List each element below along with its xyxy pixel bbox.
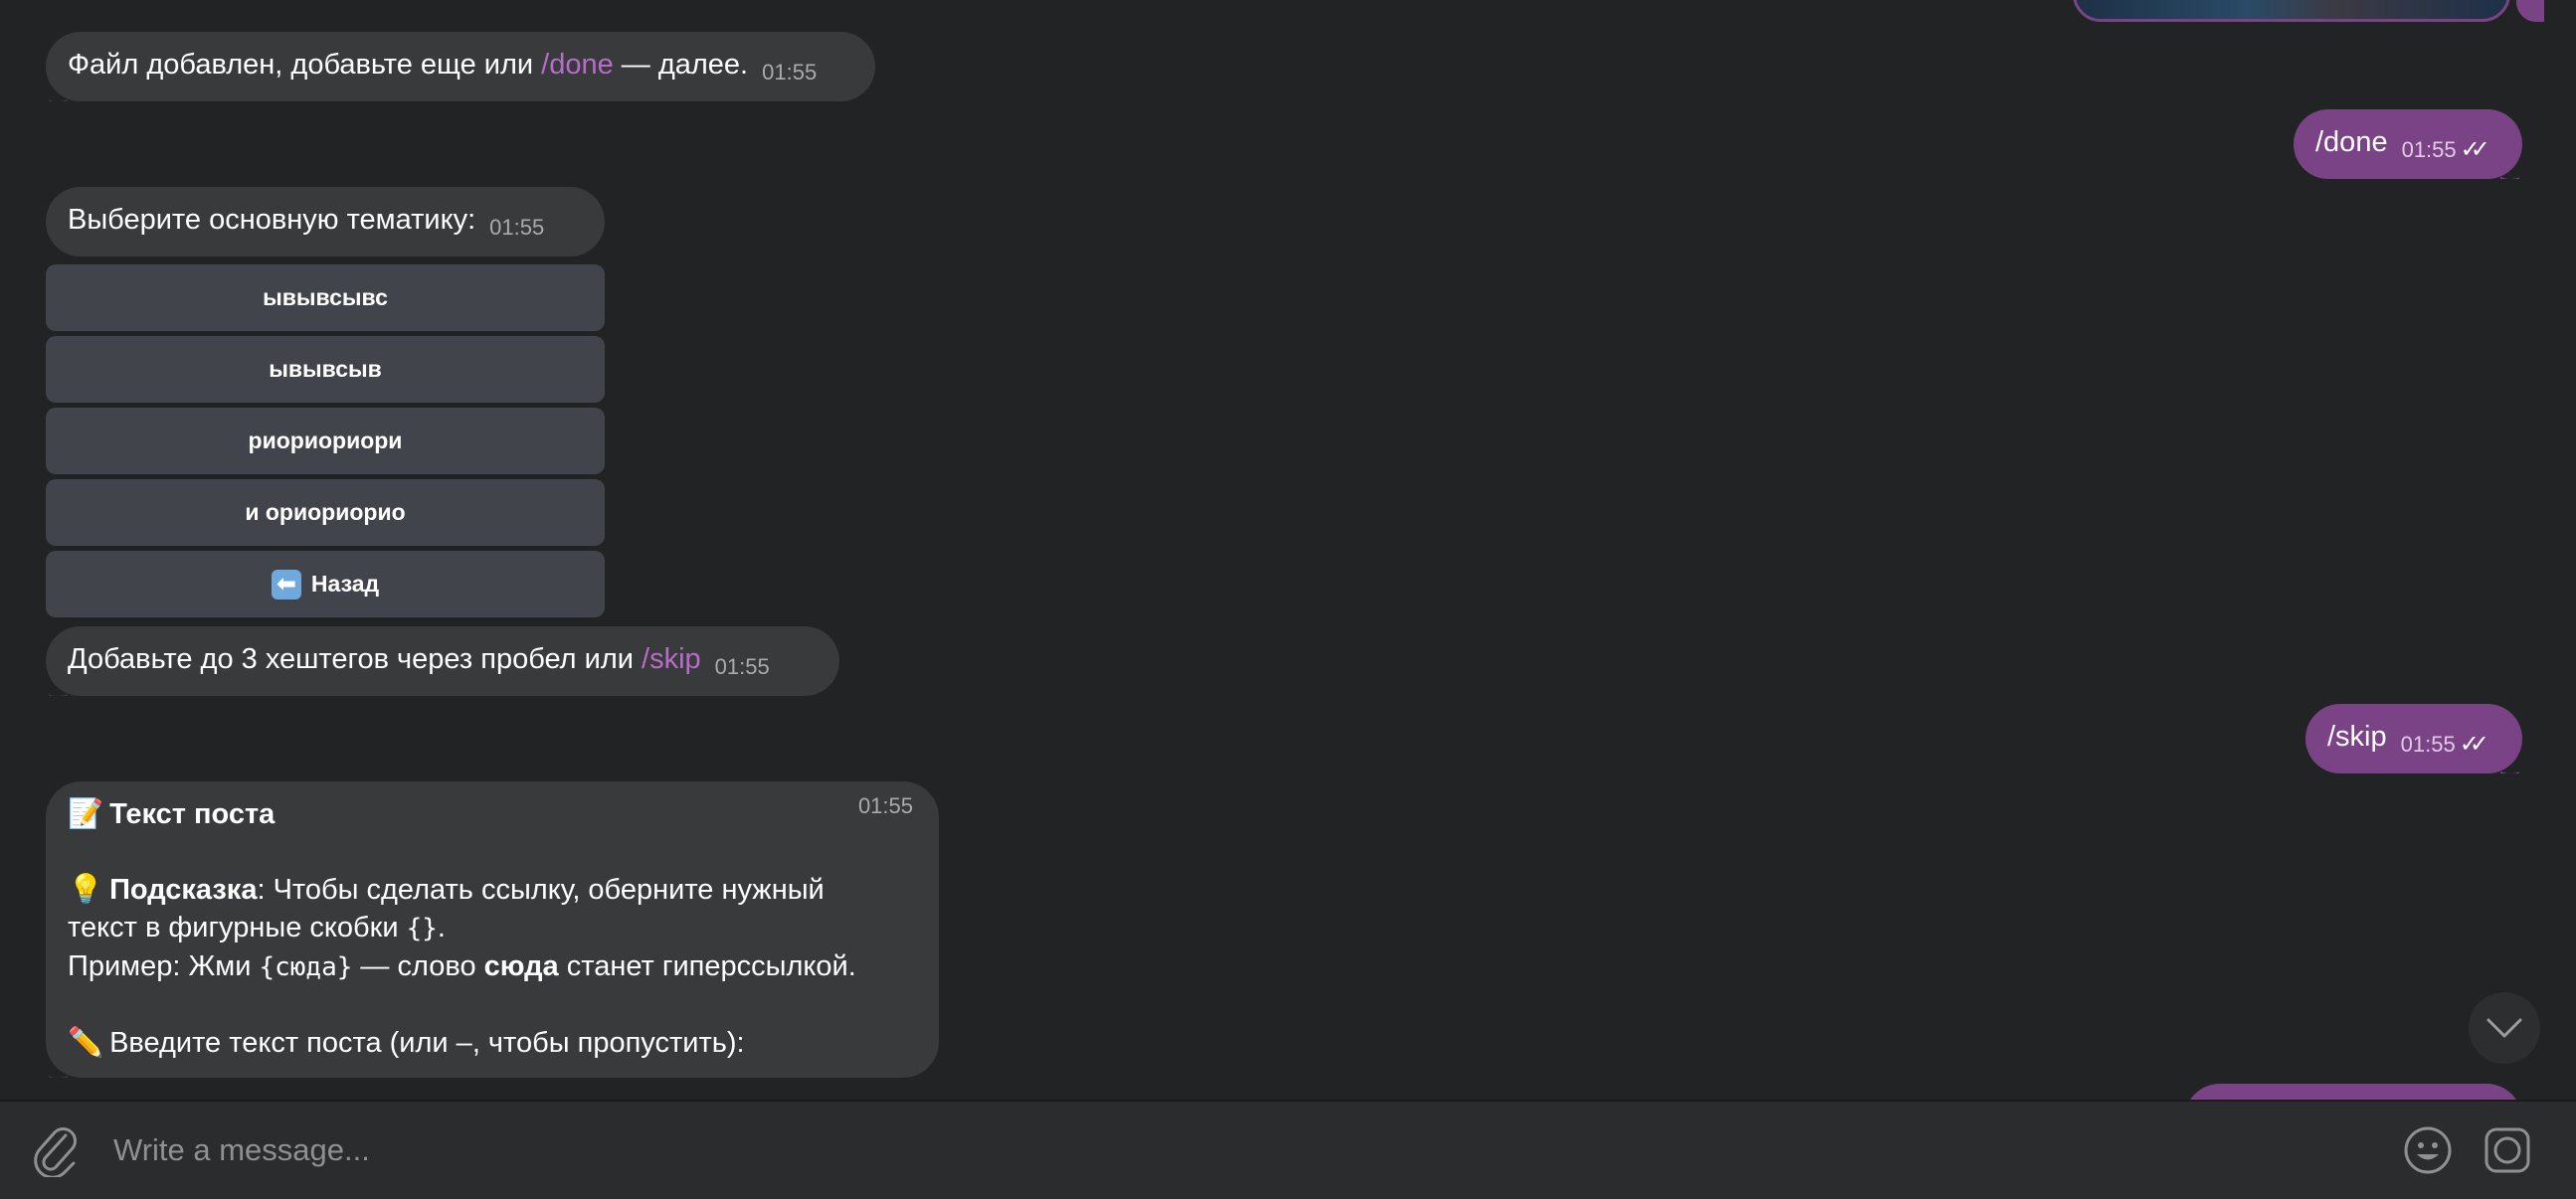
hint-end: . [437, 912, 446, 943]
message-text: Добавьте до 3 хештегов через пробел или [68, 643, 643, 675]
message-time: 01:55 [2401, 137, 2457, 162]
post-example: Пример: Жми {сюда} — слово сюда станет г… [68, 947, 917, 986]
example-code: {сюда} [259, 952, 353, 982]
example-end: станет гиперссылкой. [558, 950, 856, 982]
message-done-outgoing[interactable]: /done 01:55 ✓✓ [2294, 109, 2522, 179]
read-checkmarks-icon: ✓✓ [2459, 731, 2489, 758]
message-file-added[interactable]: Файл добавлен, добавьте еще или /done — … [46, 32, 875, 101]
keyboard-button-1[interactable]: ывывсывс [46, 264, 605, 331]
message-choose-theme[interactable]: Выберите основную тематику: 01:55 [46, 187, 605, 257]
message-time: 01:55 [857, 793, 913, 818]
braces-code: {} [406, 914, 438, 943]
message-time: 01:55 [762, 60, 818, 85]
next-outgoing-message[interactable] [2184, 1084, 2522, 1100]
prompt-text: Введите текст поста (или –, чтобы пропус… [109, 1027, 745, 1059]
message-skip-outgoing[interactable]: /skip 01:55 ✓✓ [2305, 704, 2522, 773]
smiley-icon [2404, 1126, 2452, 1174]
message-text: /done [2315, 126, 2388, 158]
paperclip-icon [34, 1127, 77, 1179]
hint-text: : Чтобы сделать ссылку, оберните нужный [257, 874, 825, 906]
scroll-to-bottom-button[interactable] [2469, 992, 2540, 1064]
message-time: 01:55 [489, 215, 545, 240]
message-time: 01:55 [714, 654, 770, 679]
done-command-link[interactable]: /done [541, 49, 614, 81]
message-text: /skip [2327, 721, 2387, 753]
message-text-suffix: — далее. [613, 49, 749, 81]
keyboard-button-2[interactable]: ывывсыв [46, 336, 605, 403]
read-checkmarks-icon: ✓✓ [2460, 136, 2490, 163]
pencil-icon: ✏️ [68, 1027, 104, 1059]
message-input[interactable] [111, 1121, 2363, 1179]
post-hint: 💡 Подсказка: Чтобы сделать ссылку, оберн… [68, 871, 917, 909]
left-arrow-icon: ⬅ [271, 569, 301, 600]
chevron-down-icon [2486, 1018, 2522, 1038]
hint-label: Подсказка [109, 874, 258, 906]
attach-button[interactable] [30, 1121, 80, 1179]
message-text: Выберите основную тематику: [68, 204, 476, 236]
post-prompt: ✏️ Введите текст поста (или –, чтобы про… [68, 793, 917, 1062]
message-composer [0, 1100, 2576, 1199]
camera-button[interactable] [2483, 1125, 2532, 1175]
telegram-chat-window: Файл добавлен, добавьте еще или /done — … [0, 0, 2576, 1199]
example-bold: сюда [483, 950, 559, 982]
message-time: 01:55 [2400, 732, 2456, 757]
message-hashtags[interactable]: Добавьте до 3 хештегов через пробел или … [46, 626, 839, 696]
camera-icon [2484, 1127, 2530, 1173]
message-list[interactable]: Файл добавлен, добавьте еще или /done — … [0, 0, 2576, 1100]
keyboard-button-3[interactable]: риориориори [46, 408, 605, 474]
back-button-label: Назад [310, 571, 380, 597]
keyboard-button-back[interactable]: ⬅ Назад [46, 551, 605, 617]
skip-command-link[interactable]: /skip [642, 643, 701, 675]
previous-photo-tail [2516, 0, 2544, 22]
post-title: 📝 Текст поста [68, 795, 917, 833]
example-prefix: Пример: Жми [68, 950, 260, 982]
keyboard-button-4[interactable]: и ориориорио [46, 479, 605, 546]
memo-icon: 📝 [68, 798, 104, 830]
hint-text-2: текст в фигурные скобки [68, 912, 407, 943]
message-post-text[interactable]: 📝 Текст поста 💡 Подсказка: Чтобы сделать… [46, 781, 939, 1078]
emoji-button[interactable] [2403, 1125, 2453, 1175]
post-hint-continued: текст в фигурные скобки {}. [68, 909, 917, 947]
previous-photo-message[interactable] [2073, 0, 2510, 22]
lightbulb-icon: 💡 [68, 874, 104, 906]
example-mid: — слово [352, 950, 484, 982]
post-title-text: Текст поста [109, 798, 276, 830]
message-text: Файл добавлен, добавьте еще или [68, 49, 542, 81]
